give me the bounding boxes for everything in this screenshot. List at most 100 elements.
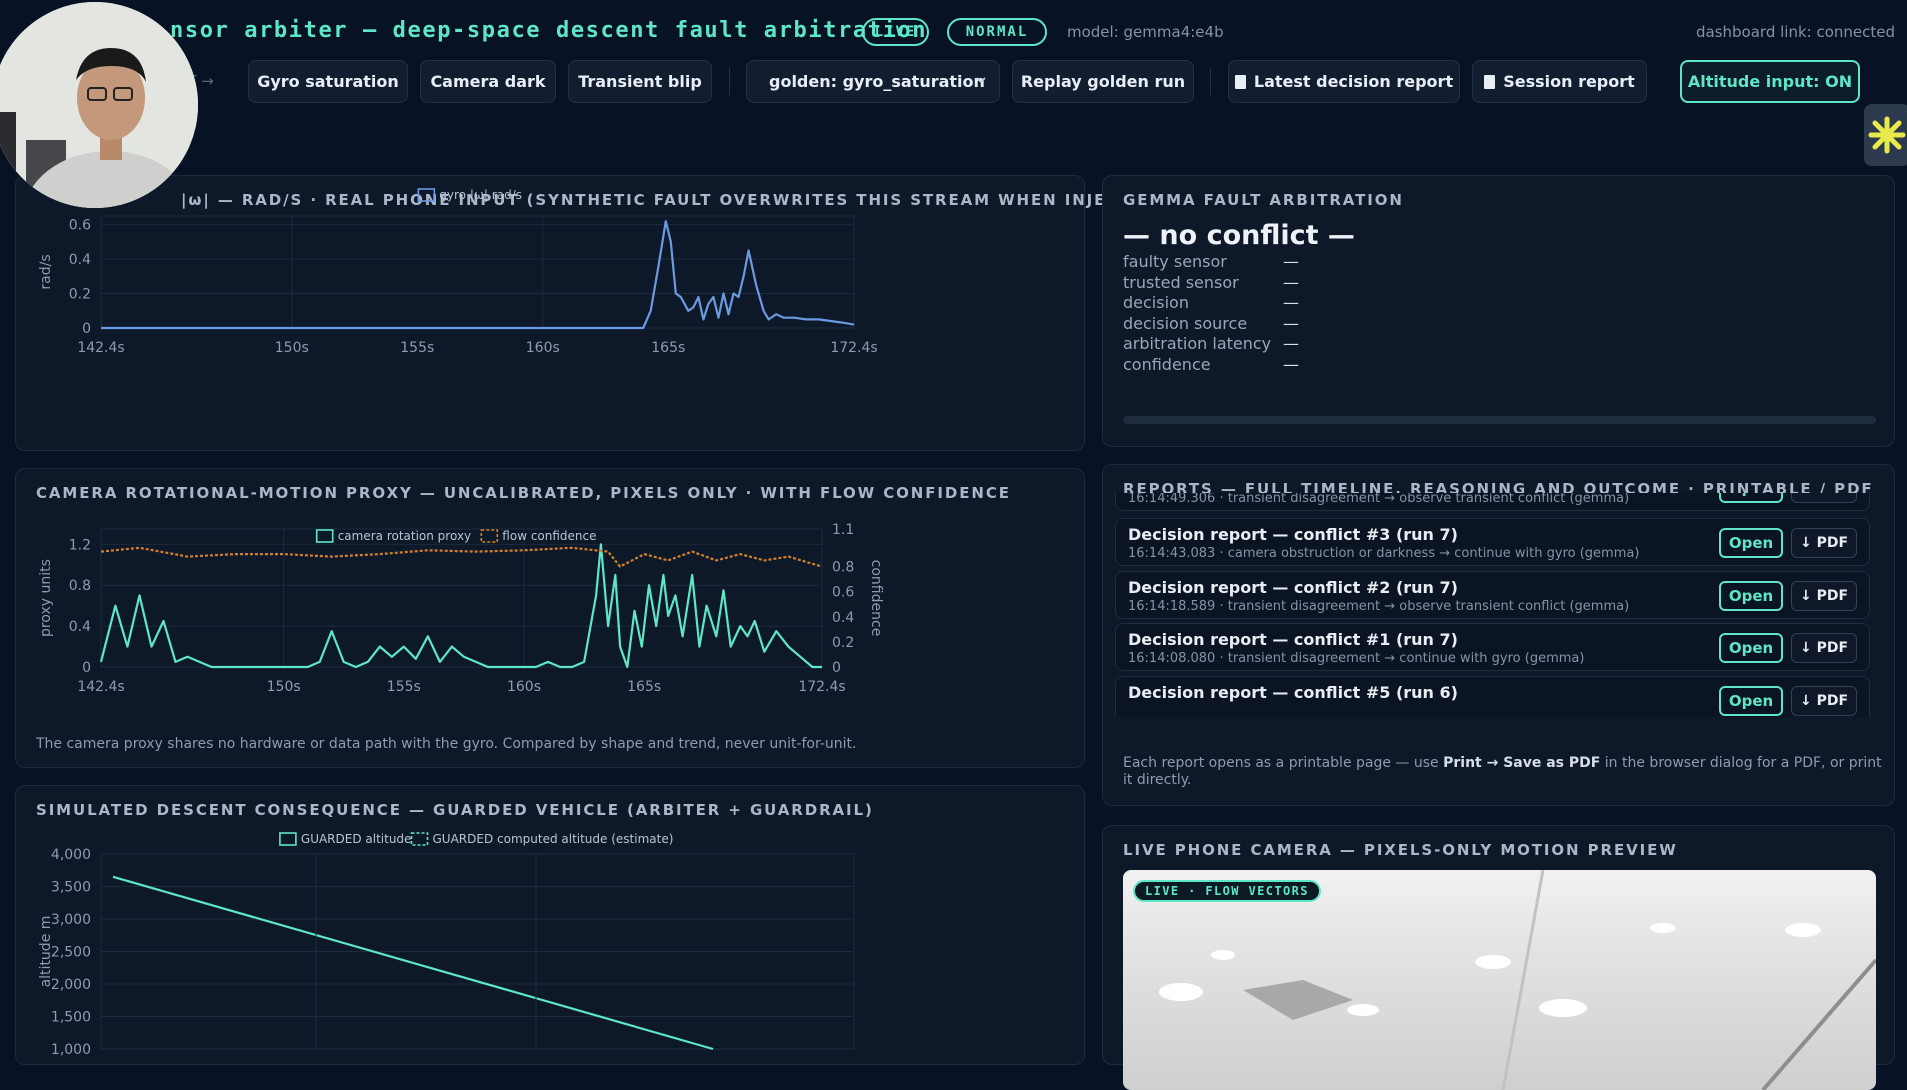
x-tick-label: 165s bbox=[627, 679, 661, 695]
confidence-bar bbox=[1123, 416, 1876, 424]
open-report-button[interactable]: Open bbox=[1719, 528, 1783, 558]
y-tick-label: 2,500 bbox=[51, 945, 91, 961]
arbitration-panel: GEMMA FAULT ARBITRATION — no conflict — … bbox=[1102, 175, 1895, 447]
reports-note-text: Each report opens as a printable page — … bbox=[1123, 755, 1444, 771]
report-subtitle: 16:14:43.083 · camera obstruction or dar… bbox=[1128, 546, 1640, 561]
dashboard-link-status: dashboard link: connected bbox=[1695, 23, 1895, 41]
series-line bbox=[100, 546, 823, 568]
gyro-chart: 0 0.2 0.4 0.6 142.4s 150s 155s 160s 165s 172.4s ra… bbox=[38, 188, 878, 356]
legend-label: camera rotation proxy bbox=[338, 529, 471, 543]
camera-preview-image: LIVE · FLOW VECTORS bbox=[1123, 870, 1876, 1090]
latest-decision-report-button[interactable]: Latest decision report bbox=[1228, 60, 1460, 103]
ceiling-view bbox=[1159, 870, 1876, 1090]
open-report-button[interactable]: Open bbox=[1719, 633, 1783, 663]
gyro-chart-panel: |ω| — RAD/S · REAL PHONE INPUT (SYNTHETI… bbox=[15, 175, 1165, 451]
session-report-button[interactable]: Session report bbox=[1472, 60, 1647, 103]
chevron-down-icon bbox=[976, 77, 986, 84]
report-subtitle: 16:14:49.306 · transient disagreement → … bbox=[1128, 493, 1630, 506]
reports-list[interactable]: 16:14:49.306 · transient disagreement → … bbox=[1115, 493, 1882, 717]
legend-label: gyro |ω| rad/s bbox=[439, 188, 522, 202]
report-card: Decision report — conflict #2 (run 7) 16:… bbox=[1115, 570, 1870, 619]
y-tick-label: 2,000 bbox=[51, 977, 91, 993]
y2-tick-label: 0.8 bbox=[832, 560, 854, 576]
y-tick-label: 1,500 bbox=[51, 1010, 91, 1026]
legend-swatch bbox=[410, 832, 429, 846]
arbitration-field-label: faulty sensor bbox=[1123, 252, 1227, 271]
legend-label: flow confidence bbox=[502, 529, 596, 543]
download-pdf-button[interactable]: ↓ PDF bbox=[1791, 633, 1857, 663]
camera-proxy-chart: 0 0.4 0.8 1.2 142.4s 150s 155s 160s 165s 172.4s pr… bbox=[38, 522, 884, 695]
download-pdf-button[interactable]: ↓ PDF bbox=[1791, 528, 1857, 558]
legend-swatch bbox=[315, 529, 334, 543]
legend-swatch bbox=[417, 188, 436, 202]
series-line bbox=[99, 543, 822, 669]
arbitration-field-value: — bbox=[1283, 313, 1299, 333]
report-card: Decision report — conflict #5 (run 6) Ope… bbox=[1115, 675, 1870, 717]
y-tick-label: 0.4 bbox=[69, 619, 91, 635]
arbitration-field-label: trusted sensor bbox=[1123, 272, 1239, 292]
plot-area bbox=[100, 528, 823, 668]
x-tick-label: 155s bbox=[400, 340, 434, 356]
asterisk-icon bbox=[1868, 116, 1906, 154]
report-card: Decision report — conflict #1 (run 7) 16:… bbox=[1115, 623, 1870, 671]
y-tick-label: 4,000 bbox=[51, 847, 91, 863]
x-tick-label: 165s bbox=[651, 340, 685, 356]
y2-tick-label: 0.2 bbox=[832, 635, 854, 651]
y-axis-label: rad/s bbox=[38, 254, 54, 289]
y-tick-label: 1,000 bbox=[51, 1042, 91, 1058]
mode-badge: NORMAL bbox=[947, 18, 1047, 46]
arbitration-title: GEMMA FAULT ARBITRATION bbox=[1123, 191, 1404, 209]
live-badge: LIVE bbox=[862, 18, 929, 46]
report-title: Decision report — conflict #2 (run 7) bbox=[1128, 577, 1458, 597]
dashboard-title: nsor arbiter — deep-space descent fault … bbox=[170, 18, 928, 43]
session-report-label: Session report bbox=[1503, 72, 1635, 91]
document-icon bbox=[1234, 74, 1246, 89]
golden-run-select[interactable]: golden: gyro_saturation bbox=[746, 60, 1000, 103]
replay-golden-run-button[interactable]: Replay golden run bbox=[1012, 60, 1194, 103]
open-report-button[interactable]: Open bbox=[1719, 493, 1783, 503]
reports-note: Each report opens as a printable page — … bbox=[1123, 755, 1883, 789]
download-pdf-button[interactable]: ↓ PDF bbox=[1791, 580, 1857, 611]
transient-blip-button[interactable]: Transient blip bbox=[568, 60, 712, 103]
x-tick-label: 150s bbox=[275, 340, 309, 356]
arbitration-field-value: — bbox=[1283, 252, 1299, 271]
report-card: Decision report — conflict #3 (run 7) 16:… bbox=[1115, 518, 1870, 566]
model-label: model: gemma4:e4b bbox=[1067, 23, 1224, 41]
camera-dark-button[interactable]: Camera dark bbox=[420, 60, 556, 103]
assistant-widget[interactable] bbox=[1864, 104, 1907, 166]
descent-panel: SIMULATED DESCENT CONSEQUENCE — GUARDED … bbox=[15, 785, 1085, 1065]
altitude-input-toggle[interactable]: Altitude input: ON bbox=[1680, 60, 1860, 103]
plot-area bbox=[100, 215, 855, 329]
open-report-button[interactable]: Open bbox=[1719, 685, 1783, 716]
golden-run-select-value: golden: gyro_saturation bbox=[769, 72, 985, 91]
x-tick-label: 142.4s bbox=[77, 679, 124, 695]
toolbar-divider bbox=[729, 68, 730, 95]
y-axis-label: altitude m bbox=[38, 916, 54, 988]
toolbar-divider bbox=[1210, 68, 1211, 95]
x-tick-label: 150s bbox=[267, 679, 301, 695]
print-instruction: Print → Save as PDF bbox=[1443, 755, 1601, 771]
open-report-button[interactable]: Open bbox=[1719, 580, 1783, 611]
y-tick-label: 0.8 bbox=[69, 578, 91, 594]
y-tick-label: 3,000 bbox=[51, 912, 91, 928]
y-tick-label: 0 bbox=[82, 660, 91, 676]
y-tick-label: 0.2 bbox=[69, 287, 91, 303]
gyro-saturation-button[interactable]: Gyro saturation bbox=[248, 60, 408, 103]
arbitration-field-label: confidence bbox=[1123, 355, 1211, 374]
x-tick-label: 142.4s bbox=[77, 340, 124, 356]
y-tick-label: 1.2 bbox=[69, 537, 91, 553]
y2-tick-label: 1.1 bbox=[832, 522, 854, 538]
download-pdf-button[interactable]: ↓ PDF bbox=[1791, 685, 1857, 716]
legend-swatch bbox=[480, 529, 499, 543]
conflict-status: — no conflict — bbox=[1123, 220, 1355, 251]
report-title: Decision report — conflict #1 (run 7) bbox=[1128, 630, 1458, 649]
download-pdf-button[interactable]: ↓ PDF bbox=[1791, 493, 1857, 503]
camera-panel-footnote: The camera proxy shares no hardware or d… bbox=[36, 736, 857, 752]
y-tick-label: 3,500 bbox=[51, 880, 91, 896]
report-title: Decision report — conflict #5 (run 6) bbox=[1128, 682, 1458, 702]
arbitration-field-value: — bbox=[1283, 293, 1299, 313]
series-line bbox=[112, 875, 714, 1051]
report-subtitle: 16:14:18.589 · transient disagreement → … bbox=[1128, 598, 1630, 614]
arbitration-field-value: — bbox=[1283, 355, 1299, 374]
legend-label: GUARDED altitude bbox=[301, 832, 412, 846]
